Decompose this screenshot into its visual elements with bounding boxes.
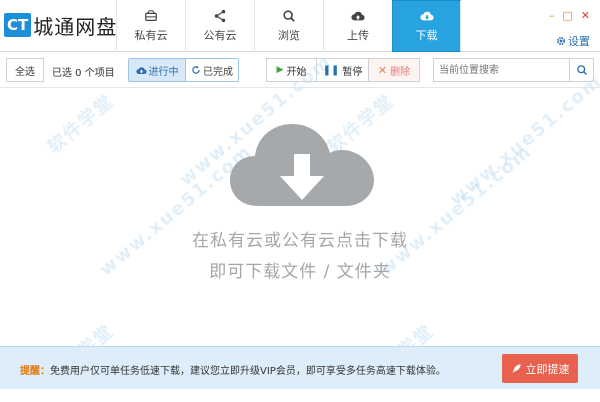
bottom-strip xyxy=(0,389,600,402)
logo-text: 城通网盘 xyxy=(33,14,118,39)
drive-icon xyxy=(145,10,157,21)
tab-upload[interactable]: 上传 xyxy=(323,0,392,52)
watermark: 软件学堂 xyxy=(43,90,119,158)
main-nav: 私有云 公有云 浏览 上传 下载 xyxy=(116,0,461,52)
speed-up-label: 立即提速 xyxy=(525,362,570,376)
search-input[interactable] xyxy=(434,59,570,81)
tab-browse[interactable]: 浏览 xyxy=(254,0,323,52)
maximize-button[interactable]: □ xyxy=(562,10,572,21)
search-button[interactable] xyxy=(569,59,593,81)
task-actions: ▶ 开始 ❚❚ 暂停 ✕ 删除 xyxy=(266,58,420,82)
notice-body: 免费用户仅可单任务低速下载，建议您立即升级VIP会员，即可享受多任务高速下载体验… xyxy=(50,366,446,377)
selected-count: 已选 0 个项目 xyxy=(52,68,115,79)
tab-label: 私有云 xyxy=(134,29,168,42)
speed-up-button[interactable]: 立即提速 xyxy=(502,354,578,383)
status-filter: 进行中 已完成 xyxy=(128,58,239,82)
tab-download[interactable]: 下载 xyxy=(392,0,461,52)
filter-in-progress[interactable]: 进行中 xyxy=(129,59,186,81)
pause-icon: ❚❚ xyxy=(322,64,340,76)
empty-message-line1: 在私有云或公有云点击下载 xyxy=(192,231,408,251)
tab-public-cloud[interactable]: 公有云 xyxy=(185,0,254,52)
pause-button[interactable]: ❚❚ 暂停 xyxy=(317,59,369,81)
delete-button[interactable]: ✕ 删除 xyxy=(369,59,419,81)
notice-text: 提醒：免费用户仅可单任务低速下载，建议您立即升级VIP会员，即可享受多任务高速下… xyxy=(20,362,446,377)
close-button[interactable]: ✕ xyxy=(581,10,590,21)
filter-label: 进行中 xyxy=(148,66,179,78)
upgrade-notice: 提醒：免费用户仅可单任务低速下载，建议您立即升级VIP会员，即可享受多任务高速下… xyxy=(0,346,600,389)
play-icon: ▶ xyxy=(276,65,284,75)
tab-label: 浏览 xyxy=(278,29,300,42)
gear-icon xyxy=(556,36,566,46)
rocket-icon xyxy=(511,364,521,373)
start-button[interactable]: ▶ 开始 xyxy=(267,59,317,81)
tab-label: 下载 xyxy=(415,29,438,42)
tab-label: 公有云 xyxy=(203,29,237,42)
toolbar: 全选 已选 0 个项目 进行中 已完成 ▶ 开始 ❚❚ 暂停 ✕ 删除 xyxy=(0,52,600,88)
logo-badge: CT xyxy=(4,13,32,37)
filter-label: 已完成 xyxy=(203,66,233,78)
empty-message-line2: 即可下载文件 / 文件夹 xyxy=(209,262,391,282)
tab-private-cloud[interactable]: 私有云 xyxy=(116,0,185,52)
window-controls: – □ ✕ xyxy=(549,10,590,21)
settings-button[interactable]: 设置 xyxy=(556,33,590,49)
refresh-icon xyxy=(192,65,200,74)
select-all-button[interactable]: 全选 xyxy=(6,58,44,82)
search-icon xyxy=(283,10,295,22)
search-box xyxy=(433,58,594,82)
minimize-button[interactable]: – xyxy=(549,10,555,21)
share-icon xyxy=(214,9,226,23)
start-label: 开始 xyxy=(286,66,307,78)
cloud-download-icon xyxy=(230,124,374,206)
tab-label: 上传 xyxy=(347,29,369,42)
cloud-download-icon xyxy=(135,66,147,74)
top-bar: CT 城通网盘 私有云 公有云 浏览 上传 下载 – □ ✕ 设置 xyxy=(0,0,600,52)
cloud-upload-icon xyxy=(351,11,365,21)
notice-prefix: 提醒： xyxy=(20,366,50,377)
filter-completed[interactable]: 已完成 xyxy=(186,59,238,81)
cloud-download-icon xyxy=(419,11,434,21)
settings-label: 设置 xyxy=(568,35,590,48)
delete-label: 删除 xyxy=(390,66,411,78)
delete-icon: ✕ xyxy=(377,63,388,77)
pause-label: 暂停 xyxy=(342,66,363,78)
search-icon xyxy=(576,65,587,76)
app-logo: CT 城通网盘 xyxy=(4,10,117,40)
